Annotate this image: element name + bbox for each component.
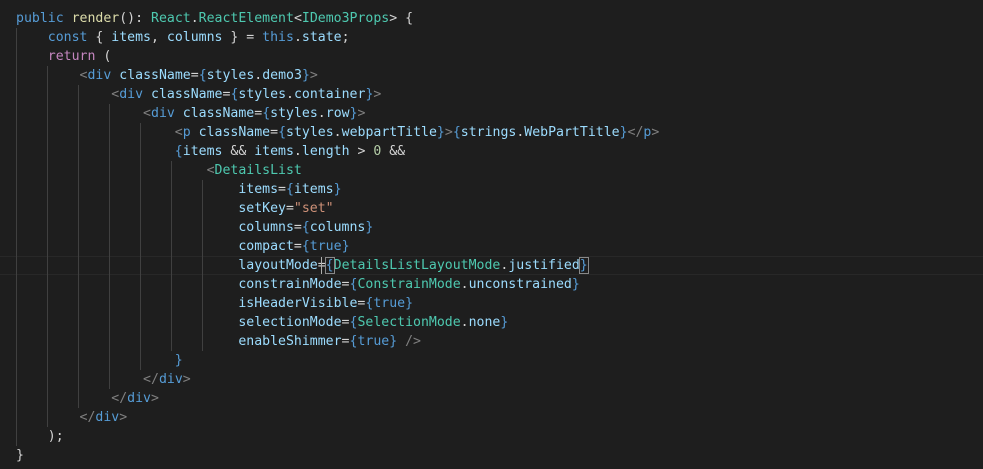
code-line-15[interactable]: constrainMode={ConstrainMode.unconstrain… — [16, 275, 579, 294]
code-line-7[interactable]: <p className={styles.webpartTitle}>{stri… — [16, 123, 660, 142]
code-line-23[interactable]: ); — [16, 427, 64, 446]
code-line-10[interactable]: items={items} — [16, 180, 341, 199]
code-line-13[interactable]: compact={true} — [16, 237, 349, 256]
code-line-21[interactable]: </div> — [16, 389, 159, 408]
code-editor[interactable]: public render(): React.ReactElement<IDem… — [0, 0, 983, 469]
code-line-17[interactable]: selectionMode={SelectionMode.none} — [16, 313, 508, 332]
code-line-9[interactable]: <DetailsList — [16, 161, 302, 180]
code-line-24[interactable]: } — [16, 446, 24, 465]
code-line-2[interactable]: const { items, columns } = this.state; — [16, 28, 350, 47]
text-cursor — [321, 257, 322, 274]
code-line-12[interactable]: columns={columns} — [16, 218, 373, 237]
code-line-20[interactable]: </div> — [16, 370, 191, 389]
code-line-18[interactable]: enableShimmer={true} /> — [16, 332, 421, 351]
code-line-8[interactable]: {items && items.length > 0 && — [16, 142, 405, 161]
code-line-22[interactable]: </div> — [16, 408, 128, 427]
code-line-1[interactable]: public render(): React.ReactElement<IDem… — [16, 9, 413, 28]
code-line-6[interactable]: <div className={styles.row}> — [16, 104, 365, 123]
code-line-11[interactable]: setKey="set" — [16, 199, 333, 218]
code-line-4[interactable]: <div className={styles.demo3}> — [16, 66, 318, 85]
code-line-14[interactable]: layoutMode={DetailsListLayoutMode.justif… — [16, 256, 589, 275]
code-line-5[interactable]: <div className={styles.container}> — [16, 85, 381, 104]
code-line-16[interactable]: isHeaderVisible={true} — [16, 294, 413, 313]
code-line-3[interactable]: return ( — [16, 47, 112, 66]
code-line-19[interactable]: } — [16, 351, 183, 370]
